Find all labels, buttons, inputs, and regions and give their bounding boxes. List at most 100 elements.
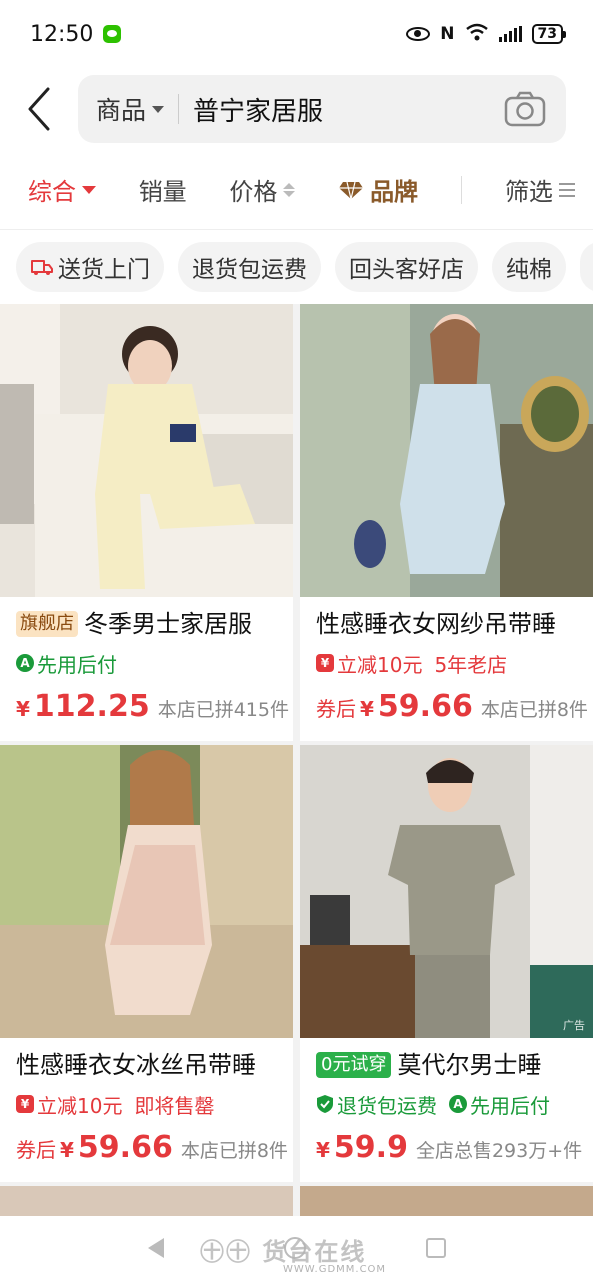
product-tags: ¥ 立减10元 即将售罄 xyxy=(16,1086,279,1122)
price-row: 券后 ¥ 59.66 本店已拼8件 xyxy=(16,1130,288,1165)
nfc-icon: N xyxy=(440,24,455,44)
filter-button[interactable]: 筛选 xyxy=(505,172,575,207)
tag-pay-later: A 先用后付 xyxy=(16,649,117,678)
caret-down-icon xyxy=(82,185,96,194)
watermark: ㊉㊉ 货台在线 xyxy=(200,1238,367,1266)
tag-text: 先用后付 xyxy=(37,652,117,677)
product-title: 性感睡衣女网纱吊带睡 xyxy=(316,610,556,638)
product-tags: ¥ 立减10元 5年老店 xyxy=(316,645,579,681)
status-icons: N 73 xyxy=(406,23,567,46)
chip-more[interactable] xyxy=(580,242,593,292)
signal-icon xyxy=(498,26,522,42)
filter-chips: 送货上门 退货包运费 回头客好店 纯棉 xyxy=(0,230,593,304)
product-price: 112.25 xyxy=(33,689,150,724)
coupon-label: 券后 xyxy=(16,1138,56,1162)
chip-cotton[interactable]: 纯棉 xyxy=(492,242,566,292)
product-card[interactable]: 广告 0元试穿 莫代尔男士睡 退货包运费 A 先用后付 ¥ 59.9 全店总售2… xyxy=(300,745,593,1182)
chip-label: 送货上门 xyxy=(58,257,150,283)
chip-label: 退货包运费 xyxy=(192,257,307,283)
product-image xyxy=(300,304,593,597)
currency-symbol: ¥ xyxy=(316,1138,330,1162)
product-price: 59.66 xyxy=(377,689,473,724)
search-scope-label: 商品 xyxy=(96,96,147,125)
currency-symbol: ¥ xyxy=(16,697,30,721)
wechat-notification-icon xyxy=(103,25,122,43)
tag-sold-out-soon: 即将售罄 xyxy=(134,1090,214,1119)
tag-free-return: 退货包运费 xyxy=(316,1090,437,1119)
sort-tab-label: 品牌 xyxy=(370,178,419,206)
tag-text: 立减10元 xyxy=(37,1093,123,1118)
camera-icon[interactable] xyxy=(504,91,546,127)
battery-indicator: 73 xyxy=(531,24,567,44)
chip-home-delivery[interactable]: 送货上门 xyxy=(16,242,164,292)
tag-text: 5年老店 xyxy=(434,652,508,677)
currency-symbol: ¥ xyxy=(360,697,374,721)
nav-recent-apps-icon[interactable] xyxy=(425,1238,446,1258)
currency-symbol: ¥ xyxy=(60,1138,74,1162)
divider xyxy=(460,175,463,204)
tag-text: 退货包运费 xyxy=(337,1093,437,1118)
sales-count: 全店总售293万+件 xyxy=(415,1140,583,1162)
product-card[interactable]: 性感睡衣女冰丝吊带睡 ¥ 立减10元 即将售罄 券后 ¥ 59.66 本店已拼8… xyxy=(0,745,293,1182)
sales-count: 本店已拼8件 xyxy=(480,699,588,721)
shield-icon xyxy=(317,1095,333,1113)
coupon-icon: ¥ xyxy=(316,654,334,672)
nav-back-icon[interactable] xyxy=(147,1238,164,1258)
sales-count: 本店已拼415件 xyxy=(157,699,289,721)
ad-label: 广告 xyxy=(563,1019,585,1032)
chip-label: 回头客好店 xyxy=(349,257,464,283)
free-trial-badge: 0元试穿 xyxy=(316,1052,392,1078)
product-card[interactable]: 性感睡衣女网纱吊带睡 ¥ 立减10元 5年老店 券后 ¥ 59.66 本店已拼8… xyxy=(300,304,593,741)
product-tags: A 先用后付 xyxy=(16,645,279,681)
product-image: 广告 xyxy=(300,745,593,1038)
product-tags: 退货包运费 A 先用后付 xyxy=(316,1086,579,1122)
chevron-left-icon xyxy=(28,87,50,131)
coupon-icon: ¥ xyxy=(16,1095,34,1113)
tag-discount: ¥ 立减10元 xyxy=(316,649,422,678)
diamond-icon xyxy=(339,181,364,199)
back-button[interactable] xyxy=(0,68,78,150)
wifi-icon xyxy=(465,23,489,46)
product-title: 莫代尔男士睡 xyxy=(397,1051,542,1079)
sort-tab-label: 销量 xyxy=(138,178,187,206)
flagship-badge: 旗舰店 xyxy=(16,611,78,637)
product-card[interactable]: 旗舰店 冬季男士家居服 A 先用后付 ¥ 112.25 本店已拼415件 xyxy=(0,304,293,741)
coupon-label: 券后 xyxy=(316,697,356,721)
sort-tab-price[interactable]: 价格 xyxy=(229,172,296,207)
sort-tab-label: 价格 xyxy=(229,178,278,206)
search-scope-select[interactable]: 商品 xyxy=(96,94,180,125)
sort-tab-sales[interactable]: 销量 xyxy=(139,172,187,207)
price-row: 券后 ¥ 59.66 本店已拼8件 xyxy=(316,689,588,724)
sales-count: 本店已拼8件 xyxy=(180,1140,288,1162)
truck-icon xyxy=(31,260,53,275)
eye-icon xyxy=(406,27,431,41)
tag-text: 先用后付 xyxy=(470,1093,550,1118)
product-price: 59.9 xyxy=(333,1130,408,1165)
filter-icon xyxy=(558,182,575,197)
product-info: 0元试穿 莫代尔男士睡 退货包运费 A 先用后付 ¥ 59.9 全店总售293万… xyxy=(300,1038,593,1165)
search-input[interactable]: 普宁家居服 xyxy=(179,91,504,128)
clock: 12:50 xyxy=(30,21,94,47)
sort-tab-brand[interactable]: 品牌 xyxy=(338,172,418,207)
sort-updown-icon xyxy=(283,182,296,197)
status-bar: 12:50 N 73 xyxy=(0,0,593,68)
sort-tab-comprehensive[interactable]: 综合 xyxy=(28,172,96,207)
tag-text: 立减10元 xyxy=(337,652,423,677)
watermark-url: WWW.GDMM.COM xyxy=(283,1264,387,1275)
pay-later-icon: A xyxy=(16,654,34,672)
search-box[interactable]: 商品 普宁家居服 xyxy=(78,75,566,143)
chip-repeat-customer[interactable]: 回头客好店 xyxy=(335,242,478,292)
product-info: 性感睡衣女冰丝吊带睡 ¥ 立减10元 即将售罄 券后 ¥ 59.66 本店已拼8… xyxy=(0,1038,293,1165)
sort-bar: 综合 销量 价格 品牌 筛选 xyxy=(0,150,593,230)
price-row: ¥ 112.25 本店已拼415件 xyxy=(16,689,289,724)
status-time-group: 12:50 xyxy=(30,21,122,47)
product-image xyxy=(0,745,293,1038)
tag-old-store: 5年老店 xyxy=(434,649,507,678)
product-title-row: 性感睡衣女网纱吊带睡 xyxy=(316,607,579,641)
product-title-row: 旗舰店 冬季男士家居服 xyxy=(16,607,279,641)
product-info: 旗舰店 冬季男士家居服 A 先用后付 ¥ 112.25 本店已拼415件 xyxy=(0,597,293,724)
product-image xyxy=(0,304,293,597)
product-info: 性感睡衣女网纱吊带睡 ¥ 立减10元 5年老店 券后 ¥ 59.66 本店已拼8… xyxy=(300,597,593,724)
product-title: 冬季男士家居服 xyxy=(84,610,252,638)
chip-free-return[interactable]: 退货包运费 xyxy=(178,242,321,292)
